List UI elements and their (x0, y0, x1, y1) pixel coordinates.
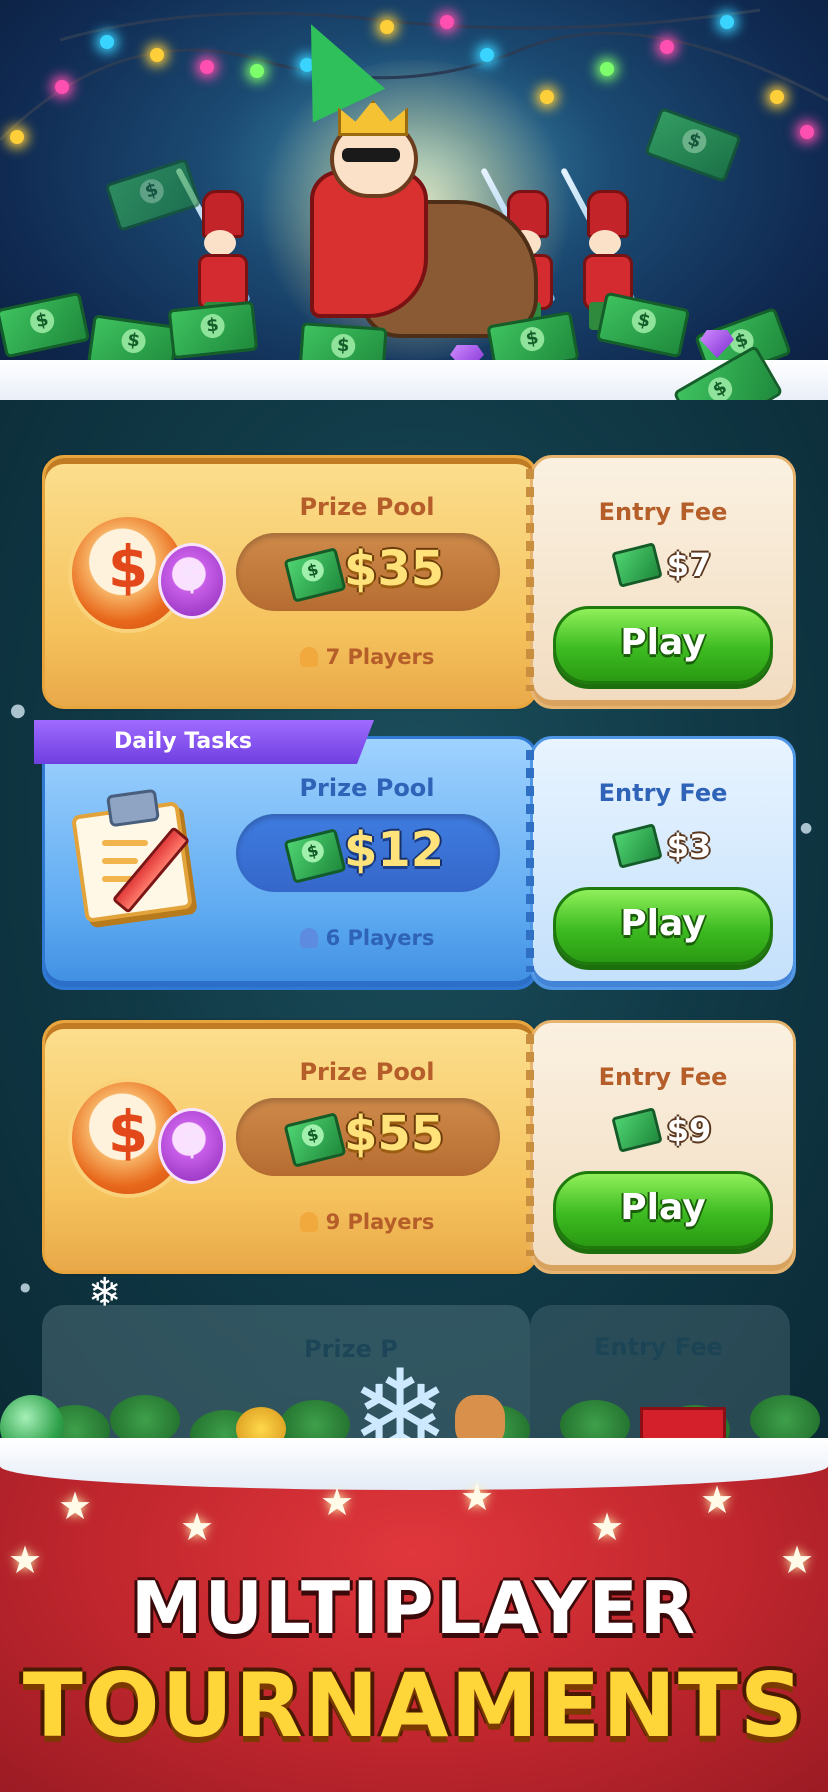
prize-amount-pill: $35 (236, 533, 500, 611)
light-bulb-icon (250, 64, 264, 78)
prize-amount: $12 (344, 822, 445, 878)
entry-section: Entry Fee $3 Play (530, 736, 796, 990)
snowflake-icon: ● (800, 820, 813, 836)
prize-pool-label: Prize Pool (299, 493, 435, 521)
daily-tasks-badge: Daily Tasks (34, 720, 374, 764)
light-bulb-icon (660, 40, 674, 54)
light-bulb-icon (480, 48, 494, 62)
prize-amount-pill: $55 (236, 1098, 500, 1176)
tournament-card: Entry Fee $7 Play $ $ Prize Pool $35 7 P… (42, 455, 796, 709)
light-bulb-icon (770, 90, 784, 104)
cash-icon (611, 542, 663, 588)
light-bulb-icon (540, 90, 554, 104)
star-icon: ★ (180, 1505, 215, 1549)
entry-fee-label: Entry Fee (594, 1333, 723, 1361)
tournament-card: Entry Fee $3 Play Daily Tasks Prize Pool… (34, 720, 796, 990)
prize-amount: $55 (344, 1106, 445, 1162)
ticket-perforation (526, 1034, 534, 1256)
light-bulb-icon (720, 15, 734, 29)
entry-fee-value: $9 (666, 1111, 712, 1149)
cash-pile-icon (595, 291, 691, 359)
entry-fee: $9 (533, 1107, 793, 1153)
entry-fee-label: Entry Fee (598, 498, 728, 526)
light-bulb-icon (200, 60, 214, 74)
prize-pool-label: Prize Pool (299, 774, 435, 802)
tournament-card: Entry Fee $9 Play $ $ Prize Pool $55 9 P… (42, 1020, 796, 1274)
star-icon: ★ (700, 1478, 735, 1522)
cash-icon (611, 823, 663, 869)
entry-fee-label: Entry Fee (598, 779, 728, 807)
king-on-horse-character (290, 90, 538, 340)
light-bulb-icon (55, 80, 69, 94)
light-bulb-icon (150, 48, 164, 62)
entry-section: Entry Fee $7 Play (530, 455, 796, 709)
cash-icon (611, 1107, 663, 1153)
entry-fee-value: $3 (666, 827, 712, 865)
snowflake-icon: ● (20, 1280, 31, 1294)
entry-fee: $7 (533, 542, 793, 588)
star-icon: ★ (460, 1475, 495, 1519)
player-count: 6 Players (232, 926, 502, 950)
cash-pile-icon (0, 291, 91, 359)
light-bulb-icon (380, 20, 394, 34)
light-bulb-icon (10, 130, 24, 144)
player-count: 9 Players (232, 1210, 502, 1234)
light-bulb-icon (600, 62, 614, 76)
play-button[interactable]: Play (553, 606, 773, 684)
light-bulb-icon (440, 15, 454, 29)
purple-coin-icon: $ (158, 1108, 226, 1184)
play-button[interactable]: Play (553, 887, 773, 965)
cash-icon (283, 547, 347, 603)
cash-pile-icon (167, 300, 259, 360)
entry-section: Entry Fee $9 Play (530, 1020, 796, 1274)
play-button[interactable]: Play (553, 1171, 773, 1249)
person-icon (299, 1212, 318, 1232)
flying-cash-icon (104, 157, 202, 233)
light-bulb-icon (800, 125, 814, 139)
star-icon: ★ (320, 1480, 355, 1524)
entry-fee-label: Entry Fee (598, 1063, 728, 1091)
person-icon (299, 647, 318, 667)
purple-coin-icon: $ (158, 543, 226, 619)
headline-multiplayer: MULTIPLAYER (130, 1566, 698, 1650)
snowflake-icon: ● (10, 700, 26, 721)
entry-fee-value: $7 (666, 546, 712, 584)
cash-icon (283, 828, 347, 884)
clipboard-icon (71, 788, 193, 923)
prize-pool-label: Prize Pool (299, 1058, 435, 1086)
player-count: 7 Players (232, 645, 502, 669)
headline-tournaments: TOURNAMENTS (22, 1654, 806, 1757)
entry-fee: $3 (533, 823, 793, 869)
person-icon (299, 928, 318, 948)
prize-amount: $35 (344, 541, 445, 597)
star-icon: ★ (590, 1505, 625, 1549)
star-icon: ★ (58, 1484, 93, 1528)
prize-amount-pill: $12 (236, 814, 500, 892)
ticket-perforation (526, 750, 534, 972)
ticket-perforation (526, 469, 534, 691)
cash-icon (283, 1112, 347, 1168)
hero-illustration (0, 0, 828, 420)
light-bulb-icon (100, 35, 114, 49)
